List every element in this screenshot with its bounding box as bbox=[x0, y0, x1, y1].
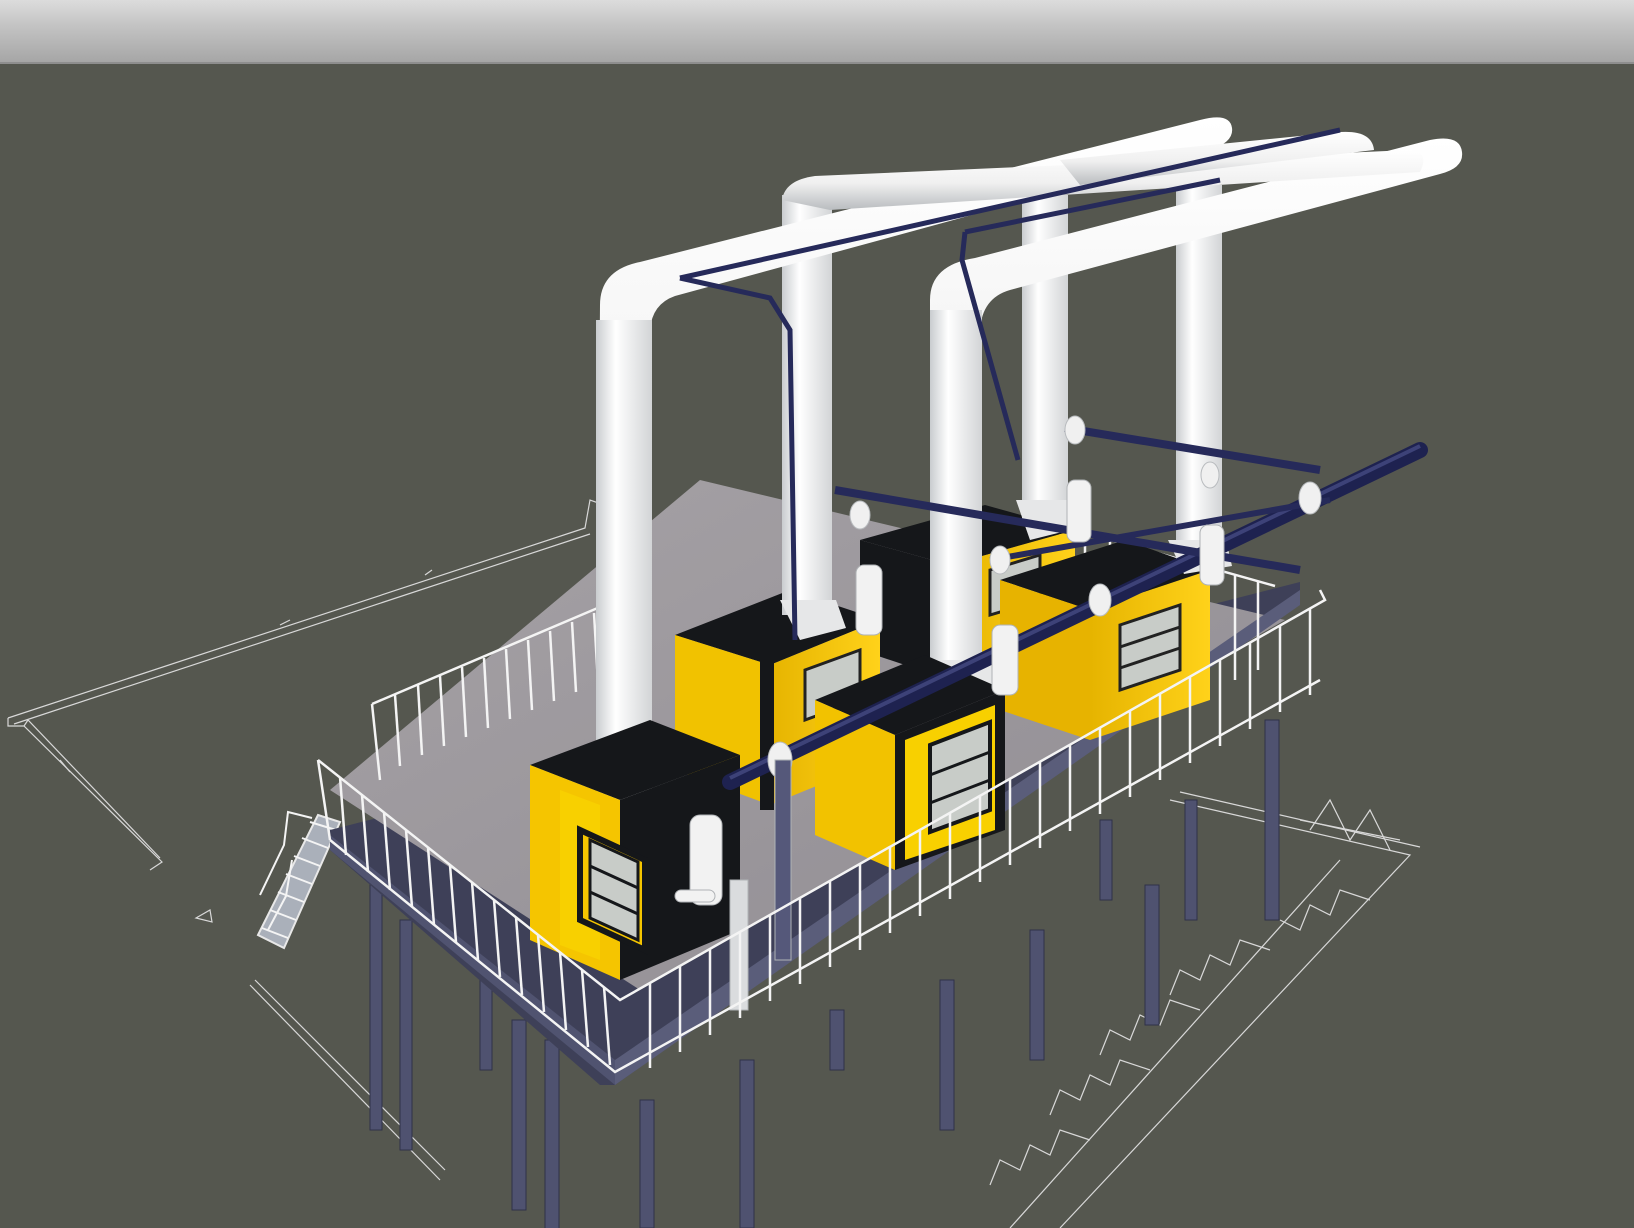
3d-viewport[interactable] bbox=[0, 64, 1634, 1228]
window-titlebar bbox=[0, 0, 1634, 64]
